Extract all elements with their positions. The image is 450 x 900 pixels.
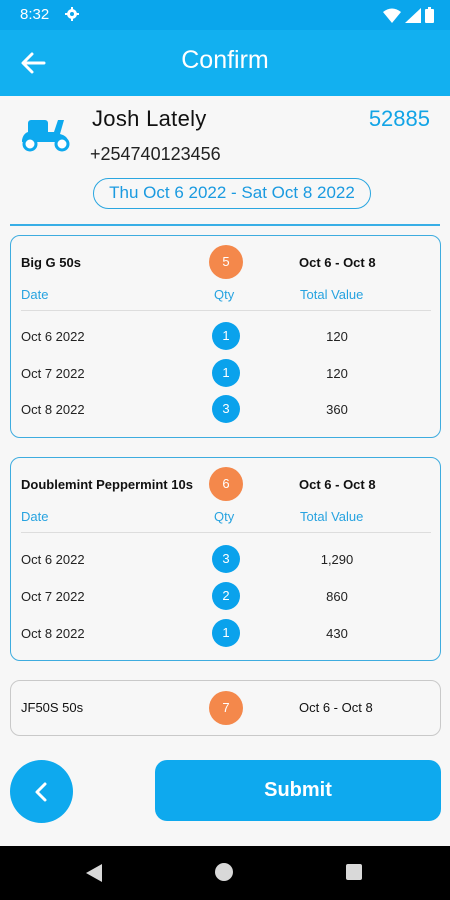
- chevron-left-icon: [35, 782, 47, 802]
- battery-icon: [425, 7, 434, 23]
- product-date-range: Oct 6 - Oct 8: [299, 255, 376, 270]
- row-date: Oct 7 2022: [21, 589, 85, 604]
- product-name: Big G 50s: [21, 255, 81, 270]
- status-bar: 8:32: [0, 0, 450, 30]
- column-header-total-value: Total Value: [300, 287, 364, 302]
- product-name: Doublemint Peppermint 10s: [21, 477, 193, 492]
- gear-icon: [65, 7, 79, 21]
- qty-badge: 3: [212, 545, 240, 573]
- qty-badge: 1: [212, 359, 240, 387]
- row-date: Oct 8 2022: [21, 402, 85, 417]
- product-card: JF50S 50s 7 Oct 6 - Oct 8: [10, 680, 441, 736]
- customer-name: Josh Lately: [92, 106, 207, 131]
- product-date-range: Oct 6 - Oct 8: [299, 700, 373, 715]
- product-count-badge: 7: [209, 691, 243, 725]
- divider: [10, 224, 440, 226]
- header-divider: [21, 310, 431, 311]
- qty-badge: 2: [212, 582, 240, 610]
- column-header-qty: Qty: [214, 509, 235, 524]
- row-value: 1,290: [320, 552, 354, 567]
- row-value: 860: [326, 589, 348, 604]
- product-name: JF50S 50s: [21, 700, 84, 715]
- row-value: 120: [326, 366, 348, 381]
- bottom-actions: Submit: [0, 736, 450, 846]
- customer-header: Josh Lately 52885 +254740123456 Thu Oct …: [0, 96, 450, 226]
- row-date: Oct 8 2022: [21, 626, 85, 641]
- column-header-qty: Qty: [214, 287, 235, 302]
- row-date: Oct 7 2022: [21, 366, 85, 381]
- product-count-badge: 5: [209, 245, 243, 279]
- system-nav-bar: [0, 846, 450, 900]
- customer-phone: +254740123456: [90, 144, 221, 164]
- row-date: Oct 6 2022: [21, 552, 85, 567]
- date-range-chip[interactable]: Thu Oct 6 2022 - Sat Oct 8 2022: [93, 178, 371, 209]
- row-date: Oct 6 2022: [21, 329, 85, 344]
- status-time: 8:32: [20, 6, 50, 23]
- header-divider: [21, 532, 431, 533]
- app-bar: Confirm: [0, 30, 450, 96]
- qty-badge: 3: [212, 395, 240, 423]
- wifi-icon: [383, 8, 401, 23]
- qty-badge: 1: [212, 322, 240, 350]
- row-value: 360: [326, 402, 348, 417]
- nav-back-icon[interactable]: [86, 864, 102, 882]
- column-header-date: Date: [21, 509, 49, 524]
- row-value: 120: [326, 329, 348, 344]
- order-number: 52885: [368, 106, 430, 131]
- nav-recents-icon[interactable]: [346, 864, 362, 880]
- product-count-badge: 6: [209, 467, 243, 501]
- product-date-range: Oct 6 - Oct 8: [299, 477, 376, 492]
- column-header-total-value: Total Value: [300, 509, 364, 524]
- nav-home-icon[interactable]: [215, 863, 233, 881]
- submit-button[interactable]: Submit: [155, 760, 441, 821]
- row-value: 430: [326, 626, 348, 641]
- page-title: Confirm: [181, 46, 269, 74]
- column-header-date: Date: [21, 287, 49, 302]
- signal-icon: [405, 7, 421, 23]
- product-card: Doublemint Peppermint 10s 6 Oct 6 - Oct …: [10, 457, 441, 661]
- scooter-icon: [22, 120, 70, 152]
- back-button[interactable]: [10, 760, 73, 823]
- product-card: Big G 50s 5 Oct 6 - Oct 8 Date Qty Total…: [10, 235, 441, 438]
- qty-badge: 1: [212, 619, 240, 647]
